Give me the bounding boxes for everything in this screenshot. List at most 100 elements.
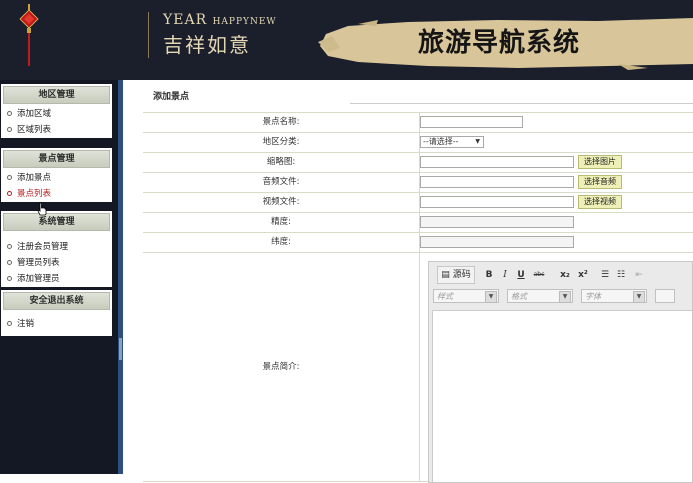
sidebar-group-region: 地区管理 添加区域 区域列表 [1, 84, 112, 138]
form-row-latitude: 纬度: [143, 233, 693, 253]
chevron-down-icon: ▼ [633, 291, 645, 303]
form-row-audio: 音频文件: 选择音频 [143, 173, 693, 193]
chevron-down-icon: ▼ [559, 291, 571, 303]
choose-image-button[interactable]: 选择图片 [578, 155, 622, 169]
underline-button[interactable]: U [515, 266, 527, 284]
field-label: 精度: [143, 213, 420, 232]
subscript-button[interactable]: x₂ [557, 266, 573, 284]
sidebar-item-label: 管理员列表 [17, 258, 60, 268]
italic-button[interactable]: I [499, 266, 511, 284]
brand-logo: YEAR HAPPYNEW 吉祥如意 [148, 12, 277, 58]
thumbnail-input[interactable] [420, 156, 574, 168]
bullet-icon [7, 191, 12, 196]
divider [350, 103, 693, 104]
sidebar-item-label: 区域列表 [17, 125, 52, 135]
sidebar: 地区管理 添加区域 区域列表 景点管理 添加景点 景点列表 系统管理 注册会员管… [0, 80, 118, 474]
editor-toolbar: ▤ 源码 B I U abc x₂ x² ☰ ☷ ⇤ [433, 266, 692, 284]
hand-cursor-icon [37, 202, 47, 216]
sidebar-item-add-scenic[interactable]: 添加景点 [1, 170, 112, 186]
latitude-input[interactable] [420, 236, 574, 248]
editor-format-toolbar: 样式 ▼ 格式 ▼ 字体 ▼ [433, 289, 692, 305]
font-combo[interactable]: 字体 ▼ [581, 289, 647, 303]
choose-audio-button[interactable]: 选择音频 [578, 175, 622, 189]
brand-en: YEAR [163, 12, 208, 28]
chevron-down-icon: ▼ [485, 291, 497, 303]
bullet-icon [7, 244, 12, 249]
form-row-description: 景点简介: ▤ 源码 B I U abc x₂ x² ☰ ☷ ⇤ 样式 ▼ 格式… [143, 253, 693, 483]
header: YEAR HAPPYNEW 吉祥如意 旅游导航系统 [0, 0, 693, 80]
sidebar-item-region-list[interactable]: 区域列表 [1, 122, 112, 138]
bold-button[interactable]: B [483, 266, 495, 284]
sidebar-group-title[interactable]: 安全退出系统 [3, 292, 110, 310]
strikethrough-button[interactable]: abc [531, 266, 547, 284]
source-button[interactable]: ▤ 源码 [437, 266, 475, 284]
sidebar-item-label: 添加区域 [17, 109, 52, 119]
field-label: 地区分类: [143, 133, 420, 152]
outdent-icon[interactable]: ⇤ [633, 266, 645, 284]
sidebar-item-add-admin[interactable]: 添加管理员 [1, 271, 112, 287]
video-input[interactable] [420, 196, 574, 208]
sidebar-group-scenic: 景点管理 添加景点 景点列表 [1, 148, 112, 202]
system-title: 旅游导航系统 [418, 28, 581, 58]
add-scenic-form: 景点名称: 地区分类: --请选择-- ▼ 缩略图: 选择图片 音频文件: 选择音… [143, 112, 693, 483]
style-combo[interactable]: 样式 ▼ [433, 289, 499, 303]
longitude-input[interactable] [420, 216, 574, 228]
sidebar-item-logout[interactable]: 注销 [1, 316, 112, 332]
brand-cn: 吉祥如意 [163, 33, 251, 57]
rich-text-editor: ▤ 源码 B I U abc x₂ x² ☰ ☷ ⇤ 样式 ▼ 格式 ▼ 字体 … [428, 261, 693, 483]
chevron-down-icon: ▼ [475, 138, 480, 145]
source-icon: ▤ [441, 270, 450, 280]
bullet-icon [7, 276, 12, 281]
region-select[interactable]: --请选择-- ▼ [420, 136, 484, 148]
sidebar-splitter[interactable] [118, 80, 123, 474]
sidebar-item-label: 注册会员管理 [17, 242, 69, 252]
field-label: 纬度: [143, 233, 420, 252]
sidebar-item-label: 添加管理员 [17, 274, 60, 284]
sidebar-item-add-region[interactable]: 添加区域 [1, 106, 112, 122]
chinese-knot-icon [19, 4, 39, 66]
form-row-longitude: 精度: [143, 213, 693, 233]
sidebar-group-logout: 安全退出系统 注销 [1, 290, 112, 336]
bullet-icon [7, 260, 12, 265]
brand-en-small: HAPPYNEW [212, 17, 277, 27]
form-row-video: 视频文件: 选择视频 [143, 193, 693, 213]
sidebar-item-scenic-list[interactable]: 景点列表 [1, 186, 112, 202]
sidebar-item-label: 添加景点 [17, 173, 52, 183]
breadcrumb: 添加景点 [153, 92, 190, 102]
field-label: 缩略图: [143, 153, 420, 172]
field-label: 音频文件: [143, 173, 420, 192]
format-combo[interactable]: 格式 ▼ [507, 289, 573, 303]
sidebar-item-label: 注销 [17, 319, 35, 329]
format-combo-label: 格式 [511, 292, 527, 301]
audio-input[interactable] [420, 176, 574, 188]
main-content: 添加景点 景点名称: 地区分类: --请选择-- ▼ 缩略图: 选择图片 音频文件… [125, 80, 693, 483]
font-combo-label: 字体 [585, 292, 601, 301]
size-combo[interactable] [655, 289, 675, 303]
splitter-grip[interactable] [119, 338, 122, 360]
region-select-value: --请选择-- [423, 137, 459, 146]
form-row-name: 景点名称: [143, 113, 693, 133]
sidebar-item-member-manage[interactable]: 注册会员管理 [1, 239, 112, 255]
bullet-icon [7, 175, 12, 180]
sidebar-group-title[interactable]: 景点管理 [3, 150, 110, 168]
source-label: 源码 [452, 270, 471, 280]
field-label: 景点名称: [143, 113, 420, 132]
form-row-region: 地区分类: --请选择-- ▼ [143, 133, 693, 153]
sidebar-item-label: 景点列表 [17, 189, 52, 199]
bullet-icon [7, 321, 12, 326]
numbered-list-icon[interactable]: ☰ [599, 266, 611, 284]
scenic-name-input[interactable] [420, 116, 523, 128]
editor-content-area[interactable] [432, 310, 692, 482]
choose-video-button[interactable]: 选择视频 [578, 195, 622, 209]
bullet-icon [7, 111, 12, 116]
sidebar-group-title[interactable]: 地区管理 [3, 86, 110, 104]
sidebar-group-title[interactable]: 系统管理 [3, 213, 110, 231]
bulleted-list-icon[interactable]: ☷ [615, 266, 627, 284]
sidebar-item-admin-list[interactable]: 管理员列表 [1, 255, 112, 271]
superscript-button[interactable]: x² [575, 266, 591, 284]
form-row-thumbnail: 缩略图: 选择图片 [143, 153, 693, 173]
field-label: 视频文件: [143, 193, 420, 212]
bullet-icon [7, 127, 12, 132]
field-label: 景点简介: [143, 253, 420, 481]
style-combo-label: 样式 [437, 292, 453, 301]
